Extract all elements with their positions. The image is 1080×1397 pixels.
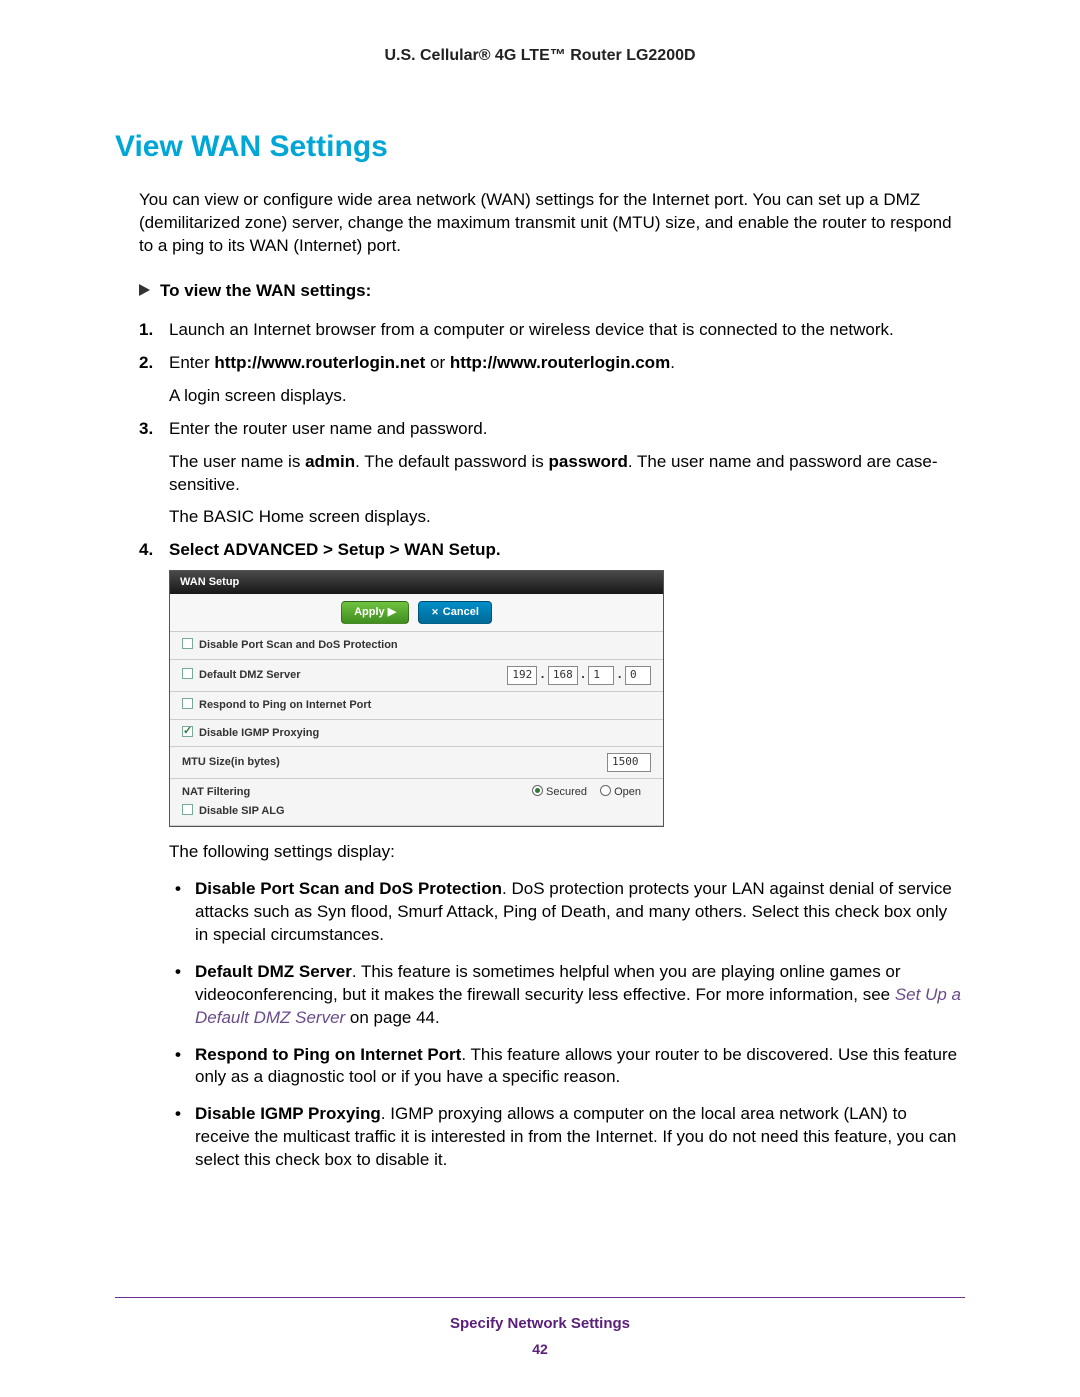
radio-open[interactable] xyxy=(600,785,611,796)
nat-radios: Secured Open xyxy=(532,785,651,800)
dmz-ip-fields: 192.168.1.0 xyxy=(507,666,651,685)
row-dmz: Default DMZ Server 192.168.1.0 xyxy=(170,660,663,692)
wan-setup-panel: WAN Setup Apply ▶ Cancel Disable Port Sc… xyxy=(169,570,664,827)
row-nat: NAT Filtering Secured Open Disable SIP A… xyxy=(170,779,663,826)
bullet-portscan-term: Disable Port Scan and DoS Protection xyxy=(195,879,502,898)
ip-octet-1[interactable]: 192 xyxy=(507,666,537,685)
section-intro: You can view or configure wide area netw… xyxy=(139,189,965,258)
label-portscan: Disable Port Scan and DoS Protection xyxy=(199,639,398,651)
label-mtu: MTU Size(in bytes) xyxy=(182,755,280,770)
step-3-sub1-d: password xyxy=(549,452,628,471)
label-igmp: Disable IGMP Proxying xyxy=(199,727,319,739)
bullet-ping: Respond to Ping on Internet Port. This f… xyxy=(195,1044,965,1090)
step-2-url2: http://www.routerlogin.com xyxy=(450,353,670,372)
row-portscan: Disable Port Scan and DoS Protection xyxy=(170,632,663,660)
label-secured: Secured xyxy=(546,786,587,798)
step-3-sub1-c: . The default password is xyxy=(355,452,548,471)
apply-button[interactable]: Apply ▶ xyxy=(341,601,409,624)
label-dmz: Default DMZ Server xyxy=(199,669,300,681)
label-sip: Disable SIP ALG xyxy=(199,805,285,817)
step-3: Enter the router user name and password.… xyxy=(139,418,965,530)
step-3-sub1: The user name is admin. The default pass… xyxy=(169,451,965,497)
section-title: View WAN Settings xyxy=(115,127,965,168)
bullet-igmp: Disable IGMP Proxying. IGMP proxying all… xyxy=(195,1103,965,1172)
step-3-sub2: The BASIC Home screen displays. xyxy=(169,506,965,529)
step-2-mid: or xyxy=(425,353,450,372)
bullet-portscan: Disable Port Scan and DoS Protection. Do… xyxy=(195,878,965,947)
step-2: Enter http://www.routerlogin.net or http… xyxy=(139,352,965,408)
step-2-url1: http://www.routerlogin.net xyxy=(214,353,425,372)
checkbox-dmz[interactable] xyxy=(182,668,193,679)
wan-panel-title: WAN Setup xyxy=(170,571,663,594)
bullet-ping-term: Respond to Ping on Internet Port xyxy=(195,1045,461,1064)
footer-page-number: 42 xyxy=(115,1340,965,1359)
procedure-steps: Launch an Internet browser from a comput… xyxy=(139,319,965,1172)
bullet-dmz: Default DMZ Server. This feature is some… xyxy=(195,961,965,1030)
page-footer: Specify Network Settings 42 xyxy=(115,1297,965,1359)
procedure-heading: To view the WAN settings: xyxy=(139,280,965,303)
arrow-icon xyxy=(139,284,150,296)
footer-chapter-title: Specify Network Settings xyxy=(115,1314,965,1334)
step-2-sub: A login screen displays. xyxy=(169,385,965,408)
checkbox-portscan[interactable] xyxy=(182,638,193,649)
row-mtu: MTU Size(in bytes) 1500 xyxy=(170,747,663,779)
procedure-heading-text: To view the WAN settings: xyxy=(160,281,371,300)
settings-display-intro: The following settings display: xyxy=(169,841,965,864)
wan-button-row: Apply ▶ Cancel xyxy=(170,594,663,632)
checkbox-sip[interactable] xyxy=(182,804,193,815)
step-3-text: Enter the router user name and password. xyxy=(169,419,487,438)
step-3-sub1-a: The user name is xyxy=(169,452,305,471)
radio-secured[interactable] xyxy=(532,785,543,796)
ip-octet-2[interactable]: 168 xyxy=(548,666,578,685)
bullet-igmp-term: Disable IGMP Proxying xyxy=(195,1104,381,1123)
step-2-prefix: Enter xyxy=(169,353,214,372)
step-1: Launch an Internet browser from a comput… xyxy=(139,319,965,342)
ip-octet-3[interactable]: 1 xyxy=(588,666,614,685)
cancel-button[interactable]: Cancel xyxy=(418,601,492,624)
step-2-suffix: . xyxy=(670,353,675,372)
step-3-sub1-b: admin xyxy=(305,452,355,471)
checkbox-ping[interactable] xyxy=(182,698,193,709)
row-igmp: Disable IGMP Proxying xyxy=(170,720,663,748)
step-4: Select ADVANCED > Setup > WAN Setup. WAN… xyxy=(139,539,965,1172)
label-open: Open xyxy=(614,786,641,798)
step-4-text: Select ADVANCED > Setup > WAN Setup. xyxy=(169,540,501,559)
bullet-dmz-rest-b: on page 44. xyxy=(345,1008,440,1027)
label-ping: Respond to Ping on Internet Port xyxy=(199,699,371,711)
step-1-text: Launch an Internet browser from a comput… xyxy=(169,320,894,339)
document-header: U.S. Cellular® 4G LTE™ Router LG2200D xyxy=(115,45,965,67)
row-ping: Respond to Ping on Internet Port xyxy=(170,692,663,720)
settings-bullets: Disable Port Scan and DoS Protection. Do… xyxy=(169,878,965,1172)
ip-octet-4[interactable]: 0 xyxy=(625,666,651,685)
checkbox-igmp[interactable] xyxy=(182,726,193,737)
label-nat: NAT Filtering xyxy=(182,785,250,800)
mtu-field[interactable]: 1500 xyxy=(607,753,651,772)
bullet-dmz-term: Default DMZ Server xyxy=(195,962,352,981)
